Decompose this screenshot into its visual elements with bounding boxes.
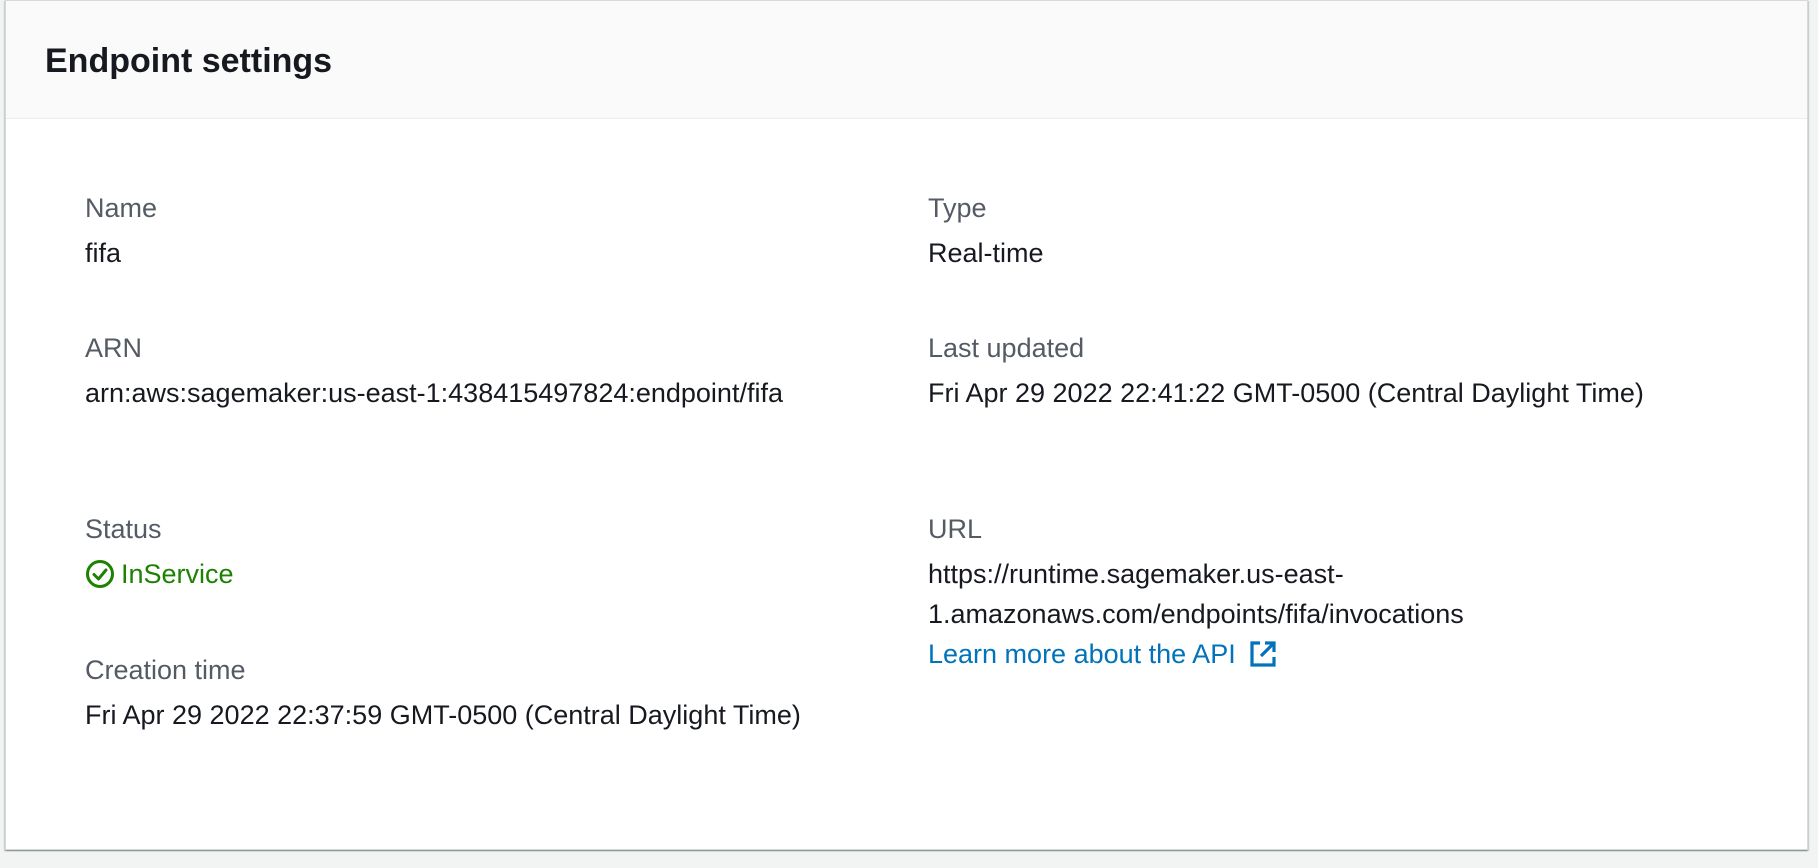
- status-indicator: InService: [85, 554, 234, 594]
- name-value: fifa: [85, 238, 122, 268]
- panel-title: Endpoint settings: [45, 42, 333, 80]
- name-label: Name: [85, 193, 158, 223]
- last-updated-value: Fri Apr 29 2022 22:41:22 GMT-0500 (Centr…: [928, 378, 1644, 408]
- type-value: Real-time: [928, 238, 1044, 268]
- creation-time-field: Creation time Fri Apr 29 2022 22:37:59 G…: [85, 653, 801, 735]
- arn-label: ARN: [85, 333, 143, 363]
- learn-more-api-link-text: Learn more about the API: [928, 639, 1236, 669]
- arn-field: ARN arn:aws:sagemaker:us-east-1:43841549…: [85, 331, 783, 413]
- type-field: Type Real-time: [928, 191, 1044, 273]
- url-value: https://runtime.sagemaker.us-east- 1.ama…: [928, 554, 1464, 634]
- url-field: URL https://runtime.sagemaker.us-east- 1…: [928, 512, 1464, 674]
- url-label: URL: [928, 514, 983, 544]
- type-label: Type: [928, 193, 987, 223]
- creation-time-value: Fri Apr 29 2022 22:37:59 GMT-0500 (Centr…: [85, 700, 801, 730]
- url-value-line1: https://runtime.sagemaker.us-east-: [928, 559, 1344, 589]
- last-updated-field: Last updated Fri Apr 29 2022 22:41:22 GM…: [928, 331, 1644, 413]
- last-updated-label: Last updated: [928, 333, 1085, 363]
- name-field: Name fifa: [85, 191, 157, 273]
- url-value-line2: 1.amazonaws.com/endpoints/fifa/invocatio…: [928, 599, 1464, 629]
- check-circle-icon: [85, 559, 115, 589]
- status-label: Status: [85, 514, 162, 544]
- status-field: Status InService: [85, 512, 234, 594]
- arn-value: arn:aws:sagemaker:us-east-1:438415497824…: [85, 378, 783, 408]
- endpoint-settings-panel: Endpoint settings Name fifa Type Real-ti…: [5, 0, 1808, 850]
- external-link-icon: [1248, 639, 1278, 669]
- status-value: InService: [121, 559, 234, 589]
- panel-header: Endpoint settings: [6, 1, 1807, 119]
- creation-time-label: Creation time: [85, 655, 246, 685]
- learn-more-api-link[interactable]: Learn more about the API: [928, 634, 1278, 674]
